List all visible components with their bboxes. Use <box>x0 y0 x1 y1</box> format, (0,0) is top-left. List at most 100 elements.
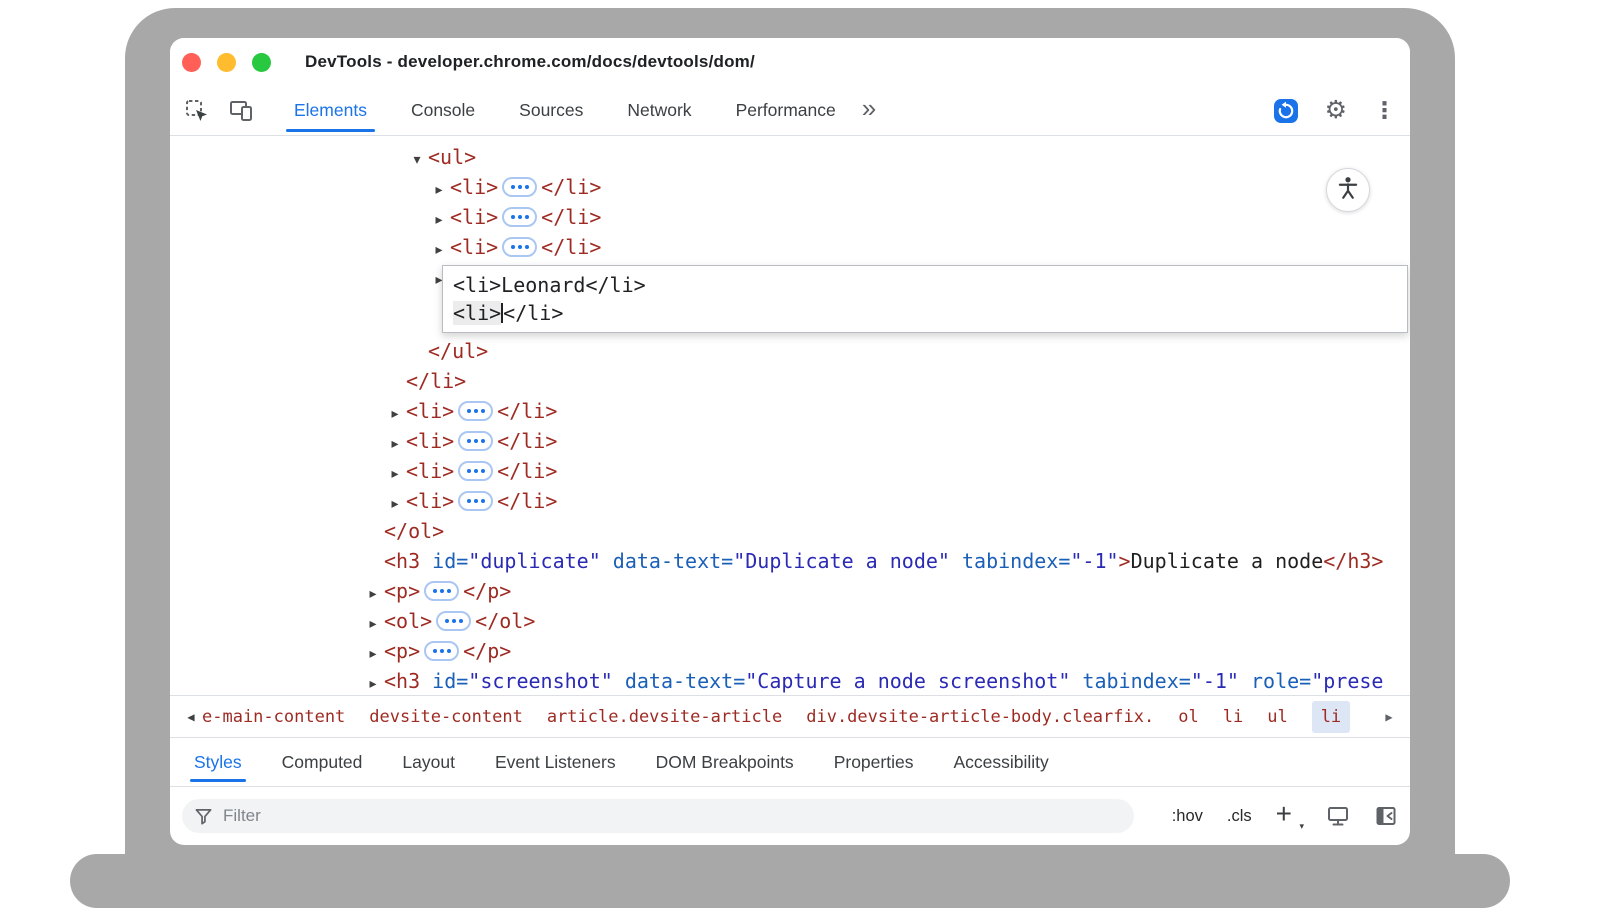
breadcrumb-item[interactable]: li <box>1312 701 1350 733</box>
tab-computed[interactable]: Computed <box>262 738 383 786</box>
expander-closed-icon[interactable]: ▸ <box>384 399 406 429</box>
minimize-window-button[interactable] <box>217 53 236 72</box>
tree-row[interactable]: ▸<li>Leonard</li><li></li> <box>170 262 1410 336</box>
token-attr: tabindex= <box>1070 669 1190 693</box>
breadcrumb-item[interactable]: li <box>1223 707 1243 727</box>
breadcrumb-item[interactable]: article.devsite-article <box>547 707 782 727</box>
expander-closed-icon[interactable]: ▸ <box>384 459 406 489</box>
tree-row[interactable]: ▸<li></li> <box>170 486 1410 516</box>
tree-row[interactable]: </ol> <box>170 516 1410 546</box>
tab-accessibility[interactable]: Accessibility <box>933 738 1068 786</box>
tab-event-listeners[interactable]: Event Listeners <box>475 738 636 786</box>
tab-properties[interactable]: Properties <box>814 738 934 786</box>
ellipsis-expand-button[interactable] <box>436 611 471 631</box>
tree-row[interactable]: </ul> <box>170 336 1410 366</box>
token-tag: </ol> <box>475 609 535 633</box>
tab-layout[interactable]: Layout <box>382 738 475 786</box>
edit-line-tail: </li> <box>503 301 563 325</box>
settings-gear-icon[interactable]: ⚙ <box>1325 98 1347 123</box>
breadcrumb-back-icon[interactable]: ◀ <box>180 710 202 724</box>
ellipsis-expand-button[interactable] <box>458 401 493 421</box>
breadcrumb-bar: ◀ e-main-content devsite-content article.d… <box>170 695 1410 737</box>
tree-row[interactable]: ▸<li></li> <box>170 426 1410 456</box>
tree-row[interactable]: </li> <box>170 366 1410 396</box>
sync-icon[interactable] <box>1273 98 1299 124</box>
token-attr: id= <box>420 669 468 693</box>
accessibility-fab[interactable] <box>1326 168 1370 212</box>
tree-row[interactable]: ▸<li></li> <box>170 202 1410 232</box>
expander-closed-icon[interactable]: ▸ <box>428 175 450 205</box>
token-tag: </li> <box>497 459 557 483</box>
breadcrumb-item[interactable]: div.devsite-article-body.clearfix. <box>806 707 1154 727</box>
token-attr: tabindex= <box>950 549 1070 573</box>
styles-filter-input[interactable] <box>223 806 1122 826</box>
edit-line: <li>Leonard</li> <box>453 271 1397 299</box>
expander-closed-icon[interactable]: ▸ <box>362 669 384 695</box>
breadcrumb-forward-icon[interactable]: ▶ <box>1378 710 1400 724</box>
toggle-classes-button[interactable]: .cls <box>1227 807 1252 826</box>
breadcrumb-item[interactable]: ul <box>1267 707 1287 727</box>
ellipsis-expand-button[interactable] <box>502 177 537 197</box>
zoom-window-button[interactable] <box>252 53 271 72</box>
tree-row[interactable]: ▸<li></li> <box>170 456 1410 486</box>
edit-as-html-box[interactable]: <li>Leonard</li><li></li> <box>442 265 1408 333</box>
expander-closed-icon[interactable]: ▸ <box>362 609 384 639</box>
expander-closed-icon[interactable]: ▸ <box>384 489 406 519</box>
token-tag: <p> <box>384 639 420 663</box>
toggle-device-toolbar-icon[interactable] <box>228 98 254 124</box>
tab-performance[interactable]: Performance <box>714 86 858 135</box>
expander-closed-icon[interactable]: ▸ <box>384 429 406 459</box>
tab-elements[interactable]: Elements <box>272 86 389 135</box>
tree-row[interactable]: <h3 id="duplicate" data-text="Duplicate … <box>170 546 1410 576</box>
expander-closed-icon[interactable]: ▸ <box>362 579 384 609</box>
tree-row[interactable]: ▸<li></li> <box>170 232 1410 262</box>
new-style-rule-button[interactable]: + ▾ <box>1276 804 1302 828</box>
tree-row[interactable]: ▸<p></p> <box>170 636 1410 666</box>
tree-row[interactable]: ▸<p></p> <box>170 576 1410 606</box>
menu-kebab-icon[interactable]: ⋮ <box>1373 99 1396 122</box>
expander-closed-icon[interactable]: ▸ <box>428 205 450 235</box>
breadcrumb-item[interactable]: e-main-content <box>202 707 345 727</box>
ellipsis-expand-button[interactable] <box>424 641 459 661</box>
close-window-button[interactable] <box>182 53 201 72</box>
ellipsis-expand-button[interactable] <box>458 431 493 451</box>
tree-row[interactable]: ▾<ul> <box>170 142 1410 172</box>
token-tag: <ol> <box>384 609 432 633</box>
expander-open-icon[interactable]: ▾ <box>406 145 428 175</box>
tree-row[interactable]: ▸<h3 id="screenshot" data-text="Capture … <box>170 666 1410 695</box>
expander-open-icon[interactable]: ▾ <box>384 136 406 145</box>
token-tag: </li> <box>497 429 557 453</box>
styles-filter[interactable] <box>182 799 1134 833</box>
collapse-sidebar-icon[interactable] <box>1374 804 1398 828</box>
tree-row[interactable]: ▸<li></li> <box>170 172 1410 202</box>
tab-sources[interactable]: Sources <box>497 86 605 135</box>
token-val: "Duplicate a node" <box>733 549 950 573</box>
more-tabs-icon[interactable]: » <box>862 93 876 124</box>
ellipsis-expand-button[interactable] <box>424 581 459 601</box>
inspect-element-icon[interactable] <box>184 98 210 124</box>
token-tag: </h3> <box>1323 549 1383 573</box>
styles-pane-actions: :hov .cls + ▾ <box>1172 804 1398 828</box>
token-tag: <li> <box>406 136 454 139</box>
token-tag: </li> <box>497 399 557 423</box>
tab-network[interactable]: Network <box>605 86 713 135</box>
token-tag: </p> <box>463 579 511 603</box>
expander-closed-icon[interactable]: ▸ <box>362 639 384 669</box>
tab-dom-breakpoints[interactable]: DOM Breakpoints <box>636 738 814 786</box>
tab-console[interactable]: Console <box>389 86 497 135</box>
dom-tree[interactable]: ▾<li>▾<ul>▸<li></li>▸<li></li>▸<li></li>… <box>170 136 1410 695</box>
breadcrumb-item[interactable]: devsite-content <box>369 707 523 727</box>
tree-row[interactable]: ▸<ol> </ol> <box>170 606 1410 636</box>
ellipsis-expand-button[interactable] <box>458 491 493 511</box>
token-tag: <li> <box>450 175 498 199</box>
ellipsis-expand-button[interactable] <box>458 461 493 481</box>
expander-closed-icon[interactable]: ▸ <box>428 235 450 265</box>
token-text: Duplicate a node <box>1131 549 1324 573</box>
tab-styles[interactable]: Styles <box>174 738 262 786</box>
ellipsis-expand-button[interactable] <box>502 237 537 257</box>
ellipsis-expand-button[interactable] <box>502 207 537 227</box>
monitor-icon[interactable] <box>1326 804 1350 828</box>
toggle-element-state-button[interactable]: :hov <box>1172 807 1203 826</box>
tree-row[interactable]: ▸<li></li> <box>170 396 1410 426</box>
breadcrumb-item[interactable]: ol <box>1178 707 1198 727</box>
